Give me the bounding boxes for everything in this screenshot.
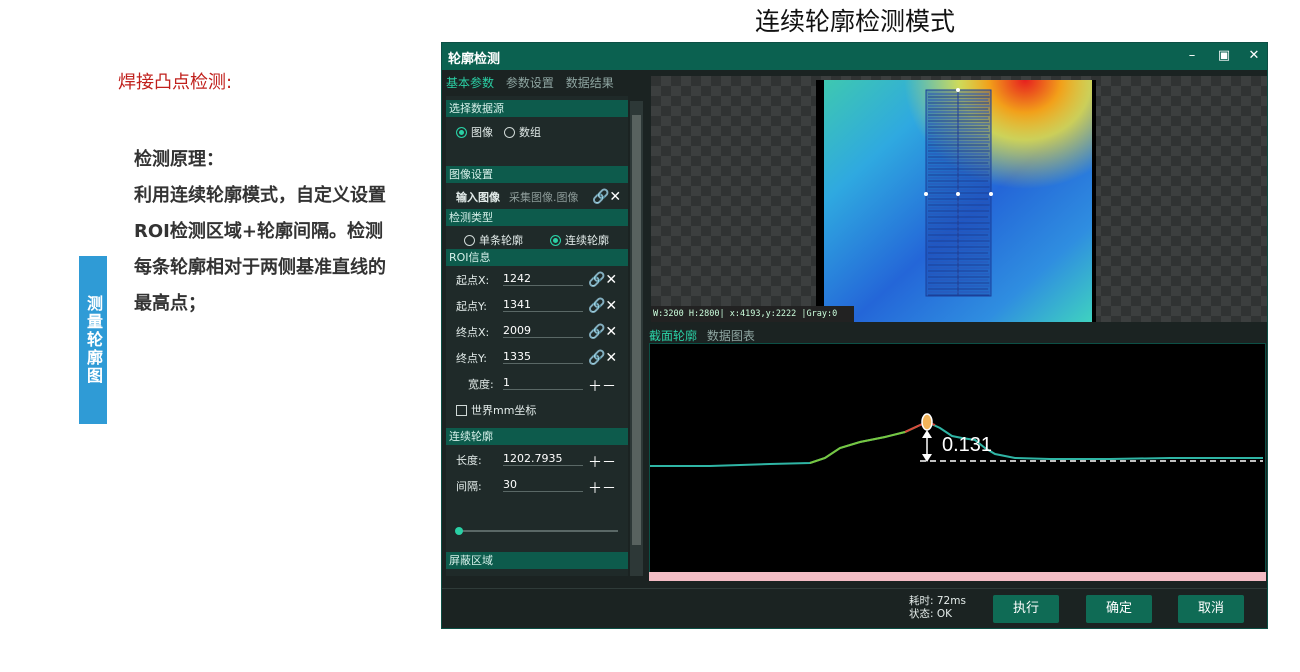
- plus-minus-icons[interactable]: ＋－: [588, 376, 616, 396]
- start-y-input[interactable]: 1341: [503, 298, 583, 312]
- param-tabs: 基本参数 参数设置 数据结果: [446, 74, 622, 94]
- end-x-input[interactable]: 2009: [503, 324, 583, 338]
- start-x-input[interactable]: 1242: [503, 272, 583, 286]
- interval-label: 间隔:: [456, 480, 482, 493]
- view-tabs: 截面轮廓 数据图表: [649, 327, 761, 344]
- roi-handle[interactable]: [956, 88, 960, 92]
- end-y-label: 终点Y:: [456, 352, 487, 365]
- radio-image[interactable]: 图像: [456, 124, 493, 140]
- scroll-thumb[interactable]: [632, 115, 641, 545]
- tab-basic-params[interactable]: 基本参数: [446, 76, 494, 90]
- link-close-icons[interactable]: 🔗✕: [592, 189, 621, 205]
- minimize-button[interactable]: –: [1182, 46, 1202, 66]
- vertical-tab-profile-map: 测量轮廓图: [79, 256, 107, 424]
- link-close-icons[interactable]: 🔗✕: [588, 350, 617, 366]
- heatmap-image: [816, 80, 1096, 322]
- tab-data-chart[interactable]: 数据图表: [707, 329, 755, 343]
- peak-marker: [921, 413, 933, 431]
- radio-array[interactable]: 数组: [504, 124, 541, 140]
- state-text: 状态: OK: [909, 608, 953, 620]
- tab-param-settings[interactable]: 参数设置: [506, 76, 554, 90]
- width-input[interactable]: 1: [503, 376, 583, 390]
- checkbox-icon: [456, 405, 467, 416]
- radio-off-icon: [464, 235, 475, 246]
- ok-button[interactable]: 确定: [1086, 595, 1152, 623]
- section-continuous-profile: 连续轮廓: [446, 428, 628, 445]
- radio-off-icon: [504, 127, 515, 138]
- length-input[interactable]: 1202.7935: [503, 452, 583, 466]
- window-titlebar: 轮廓检测 – ▣ ✕: [442, 43, 1267, 70]
- pixel-status-readout: W:3200 H:2800| x:4193,y:2222 |Gray:0: [651, 306, 854, 322]
- radio-on-icon: [550, 235, 561, 246]
- principle-text: 检测原理： 利用连续轮廓模式，自定义设置ROI检测区域+轮廓间隔。检测每条轮廓相…: [134, 142, 396, 322]
- profile-bottom-bar: [649, 572, 1266, 581]
- run-button[interactable]: 执行: [993, 595, 1059, 623]
- radio-on-icon: [456, 127, 467, 138]
- profile-view[interactable]: 0.131: [649, 343, 1266, 581]
- section-roi-info: ROI信息: [446, 249, 628, 266]
- principle-body: 利用连续轮廓模式，自定义设置ROI检测区域+轮廓间隔。检测每条轮廓相对于两侧基准…: [134, 185, 386, 314]
- end-y-input[interactable]: 1335: [503, 350, 583, 364]
- width-label: 宽度:: [468, 378, 494, 391]
- roi-handle[interactable]: [924, 192, 928, 196]
- run-stats: 耗时: 72ms 状态: OK: [909, 595, 966, 621]
- link-close-icons[interactable]: 🔗✕: [588, 272, 617, 288]
- start-y-label: 起点Y:: [456, 300, 487, 313]
- page: 测量轮廓图 焊接凸点检测: 检测原理： 利用连续轮廓模式，自定义设置ROI检测区…: [0, 0, 1300, 672]
- measurement-value: 0.131: [942, 434, 992, 456]
- tab-data-results[interactable]: 数据结果: [566, 76, 614, 90]
- main-title: 连续轮廓检测模式: [754, 7, 955, 36]
- profile-plot: 0.131: [650, 413, 1263, 467]
- plus-minus-icons[interactable]: ＋－: [588, 452, 616, 472]
- input-image-label: 输入图像: [456, 191, 500, 204]
- footer-bar: 耗时: 72ms 状态: OK 执行 确定 取消: [442, 588, 1267, 628]
- cancel-button[interactable]: 取消: [1178, 595, 1244, 623]
- profile-curve-green: [809, 425, 919, 464]
- roi-handle[interactable]: [989, 192, 993, 196]
- plus-minus-icons[interactable]: ＋－: [588, 478, 616, 498]
- start-x-label: 起点X:: [456, 274, 490, 287]
- section-title: 焊接凸点检测:: [118, 72, 233, 93]
- image-view[interactable]: [651, 76, 1267, 322]
- tab-section-profile[interactable]: 截面轮廓: [649, 329, 697, 343]
- time-text: 耗时: 72ms: [909, 595, 966, 607]
- link-close-icons[interactable]: 🔗✕: [588, 298, 617, 314]
- section-select-source: 选择数据源: [446, 100, 628, 117]
- world-mm-checkbox[interactable]: 世界mm坐标: [456, 402, 536, 418]
- window-title: 轮廓检测: [448, 52, 501, 67]
- length-label: 长度:: [456, 454, 482, 467]
- end-x-label: 终点X:: [456, 326, 490, 339]
- profile-detect-window: 轮廓检测 – ▣ ✕ 基本参数 参数设置 数据结果 选择数据源 图像 数组 图像…: [441, 42, 1268, 629]
- radio-continuous-profile[interactable]: 连续轮廓: [550, 232, 609, 248]
- section-mask-area: 屏蔽区域: [446, 552, 628, 569]
- close-button[interactable]: ✕: [1244, 46, 1264, 66]
- slider-handle[interactable]: [455, 527, 463, 535]
- section-image-settings: 图像设置: [446, 166, 628, 183]
- section-detect-type: 检测类型: [446, 209, 628, 226]
- arrow-up-icon: [922, 430, 932, 438]
- roi-handle[interactable]: [956, 192, 960, 196]
- radio-single-profile[interactable]: 单条轮廓: [464, 232, 523, 248]
- interval-input[interactable]: 30: [503, 478, 583, 492]
- params-panel: 选择数据源 图像 数组 图像设置 输入图像 采集图像.图像 🔗✕ 检测类型 单条…: [446, 96, 628, 576]
- link-close-icons[interactable]: 🔗✕: [588, 324, 617, 340]
- interval-slider[interactable]: [455, 527, 618, 535]
- input-image-field[interactable]: 采集图像.图像: [509, 189, 579, 205]
- maximize-button[interactable]: ▣: [1214, 46, 1234, 66]
- principle-head: 检测原理：: [134, 149, 224, 170]
- panel-scrollbar[interactable]: [630, 101, 643, 576]
